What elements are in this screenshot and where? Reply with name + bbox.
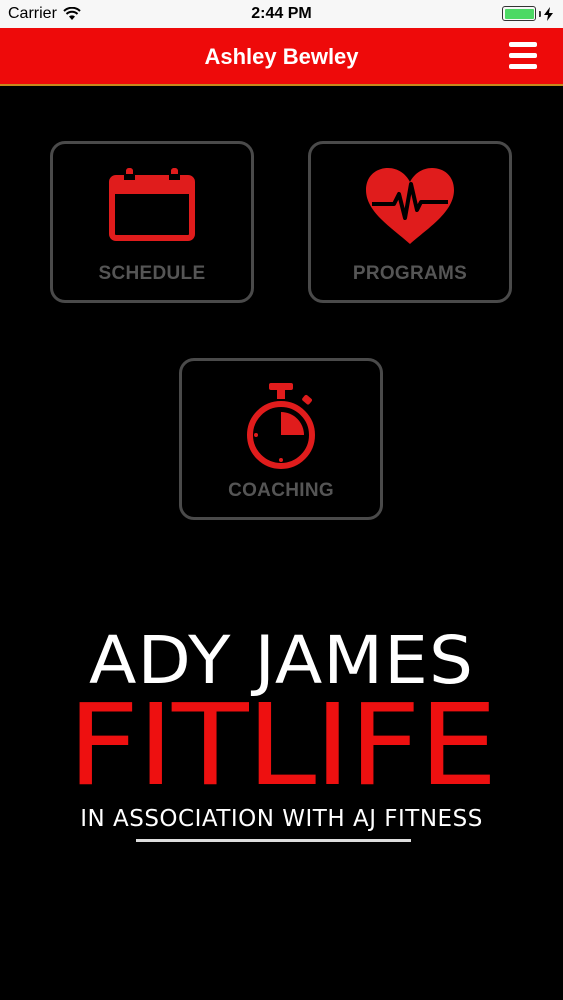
battery-level bbox=[504, 8, 534, 19]
hamburger-menu-icon bbox=[509, 42, 537, 69]
programs-label: PROGRAMS bbox=[352, 263, 468, 284]
battery-icon bbox=[502, 6, 536, 21]
heart-pulse-icon bbox=[311, 166, 509, 246]
brand-logo: ADY JAMES FITLIFE IN ASSOCIATION WITH AJ… bbox=[0, 628, 563, 833]
status-right bbox=[502, 6, 553, 21]
nav-bar: Ashley Bewley bbox=[0, 28, 563, 86]
status-time: 2:44 PM bbox=[251, 5, 312, 22]
coaching-button[interactable]: COACHING bbox=[179, 358, 383, 520]
charging-bolt-icon bbox=[544, 6, 553, 21]
stopwatch-icon bbox=[182, 383, 380, 471]
menu-button[interactable] bbox=[509, 42, 537, 70]
programs-button[interactable]: PROGRAMS bbox=[308, 141, 512, 303]
coaching-label: COACHING bbox=[228, 480, 334, 501]
logo-fitlife: FITLIFE bbox=[67, 681, 498, 811]
schedule-button[interactable]: SCHEDULE bbox=[50, 141, 254, 303]
calendar-icon bbox=[53, 166, 251, 242]
logo-divider bbox=[136, 839, 411, 842]
status-bar: Carrier 2:44 PM bbox=[0, 0, 563, 28]
page-title: Ashley Bewley bbox=[204, 44, 359, 69]
schedule-label: SCHEDULE bbox=[98, 263, 206, 284]
battery-tip bbox=[539, 10, 541, 17]
